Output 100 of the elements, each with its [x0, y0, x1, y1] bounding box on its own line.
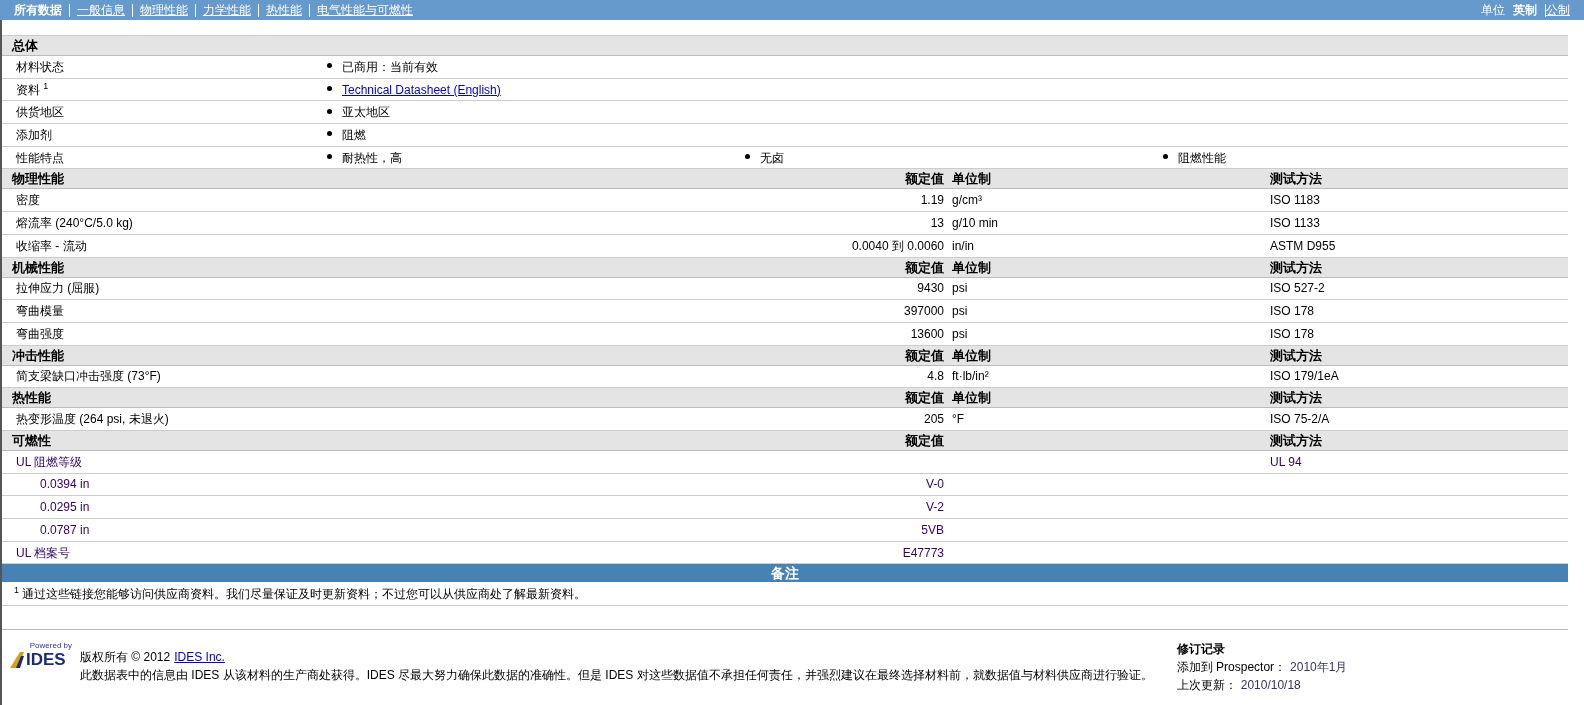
property-value: 9430 [917, 281, 944, 296]
unit: psi [952, 281, 968, 296]
property-value: 4.8 [927, 369, 944, 384]
property-name: 材料状态 [15, 58, 65, 76]
property-name: 收缩率 - 流动 [16, 238, 87, 253]
unit: °F [952, 412, 965, 427]
section-title: 机械性能 [10, 258, 65, 277]
test-method: UL 94 [1270, 454, 1302, 469]
test-method: ISO 178 [1270, 304, 1315, 319]
ides-logo: Powered by IDES [10, 642, 72, 669]
test-method: ISO 1183 [1270, 193, 1320, 208]
test-method: ASTM D955 [1270, 238, 1336, 253]
column-header: 额定值 [905, 259, 944, 275]
footnote-text: $^{1}$ 通过这些链接您能够访问供应商资料。我们尽量保证及时更新资料；不过您可以从供应商处了解最新资料。 [14, 584, 587, 603]
property-name: 熔流率 (240°C/5.0 kg) [16, 215, 133, 230]
test-method: ISO 1133 [1270, 215, 1320, 230]
test-method: ISO 527-2 [1270, 281, 1325, 296]
test-method: ISO 178 [1270, 326, 1315, 341]
column-header: 测试方法 [1270, 259, 1322, 275]
property-name: UL 阻燃等级 [16, 454, 83, 469]
column-header: 额定值 [905, 390, 944, 406]
bullet-icon [327, 86, 332, 92]
bullet-icon [327, 63, 332, 69]
section-title: 冲击性能 [11, 346, 65, 365]
property-value: 205 [923, 412, 944, 427]
column-header: 单位制 [952, 347, 991, 363]
property-value: 亚太地区 [342, 104, 390, 122]
nav-tab[interactable]: 热性能 [266, 1, 302, 19]
property-name: 性能特点 [15, 149, 65, 167]
property-value: V-0 [926, 477, 944, 492]
revision-date: 2010/10/18 [1240, 678, 1301, 693]
property-value: 397000 [903, 304, 944, 319]
datasheet-link[interactable]: Technical Datasheet (English) [342, 80, 501, 99]
disclaimer-text: 此数据表中的信息由 IDES 从该材料的生产商处获得。IDES 尽最大努力确保此数据的准确性。但是 IDES 对这些数据值不承担任何责任，并强烈建议在最终选择材料前，就数据值与材料供应商进行验证。 [80, 667, 1153, 685]
unit: ft·lb/in² [952, 369, 989, 384]
property-name: 拉伸应力 (屈服) [16, 281, 100, 296]
column-header: 单位制 [952, 390, 991, 406]
property-name: 供货地区 [15, 104, 65, 122]
property-name: 弯曲模量 [16, 304, 64, 319]
property-value: 已商用：当前有效 [342, 58, 438, 76]
revision-label: 上次更新： [1176, 678, 1237, 693]
unit: psi [952, 326, 968, 341]
revision-date: 2010年1月 [1290, 660, 1348, 675]
bullet-icon [327, 154, 332, 160]
column-header: 测试方法 [1270, 432, 1322, 448]
notes-header: 备注 [2, 564, 1568, 583]
nav-tab[interactable]: 物理性能 [140, 1, 188, 19]
property-value: 阻燃性能 [1178, 149, 1226, 167]
bullet-icon [327, 131, 332, 137]
property-value: 阻燃 [342, 126, 366, 144]
property-value: 无卤 [760, 149, 784, 167]
column-header: 额定值 [905, 347, 944, 363]
column-header: 测试方法 [1270, 347, 1322, 363]
test-method: ISO 75-2/A [1270, 412, 1330, 427]
property-value: 1.19 [920, 193, 944, 208]
bullet-icon [1163, 154, 1168, 160]
property-value: 耐热性，高 [342, 149, 402, 167]
property-value: V-2 [926, 500, 944, 515]
unit: psi [952, 304, 968, 319]
column-header: 额定值 [905, 171, 944, 187]
nav-tab[interactable]: 所有数据 [14, 1, 62, 19]
nav-tab[interactable]: 力学性能 [203, 1, 251, 19]
property-value: E47773 [902, 545, 944, 560]
property-name: 0.0787 in [40, 522, 90, 537]
property-name: 简支梁缺口冲击强度 (73°F) [16, 369, 161, 384]
unit-option[interactable]: 英制 [1513, 1, 1537, 19]
property-value: 5VB [921, 522, 944, 537]
column-header: 额定值 [905, 432, 944, 448]
property-name: 0.0394 in [40, 477, 90, 492]
bullet-icon [327, 108, 332, 114]
property-value: 0.0040 到 0.0060 [851, 238, 944, 253]
copyright-text: 版权所有 © 2012 [80, 650, 171, 665]
revision-label: 添加到 Prospector： [1176, 660, 1287, 675]
property-name: 热变形温度 (264 psi, 未退火) [16, 412, 169, 427]
revision-title: 修订记录 [1176, 641, 1226, 659]
section-title: 热性能 [11, 389, 52, 408]
units-label: 单位 [1481, 2, 1505, 19]
section-title: 总体 [10, 36, 38, 55]
unit-option[interactable]: 公制 [1546, 1, 1570, 19]
test-method: ISO 179/1eA [1270, 369, 1339, 384]
property-value: 13 [930, 215, 944, 230]
unit: g/cm³ [952, 193, 982, 208]
nav-tab[interactable]: 一般信息 [77, 1, 125, 19]
property-name: 资料 $^{1}$ [15, 80, 50, 99]
section-title: 物理性能 [11, 170, 65, 189]
property-name: 0.0295 in [40, 500, 90, 515]
section-title: 可燃性 [11, 431, 52, 450]
column-header: 单位制 [952, 171, 991, 187]
company-link[interactable]: IDES Inc. [174, 650, 225, 665]
property-name: 密度 [16, 193, 40, 208]
property-value: 13600 [910, 326, 944, 341]
property-name: UL 档案号 [16, 545, 71, 560]
column-header: 测试方法 [1270, 390, 1322, 406]
property-name: 添加剂 [15, 126, 53, 144]
column-header: 单位制 [952, 259, 991, 275]
property-name: 弯曲强度 [16, 326, 64, 341]
bullet-icon [745, 154, 750, 160]
unit: g/10 min [952, 215, 999, 230]
unit: in/in [952, 238, 974, 253]
nav-tab[interactable]: 电气性能与可燃性 [317, 1, 413, 19]
